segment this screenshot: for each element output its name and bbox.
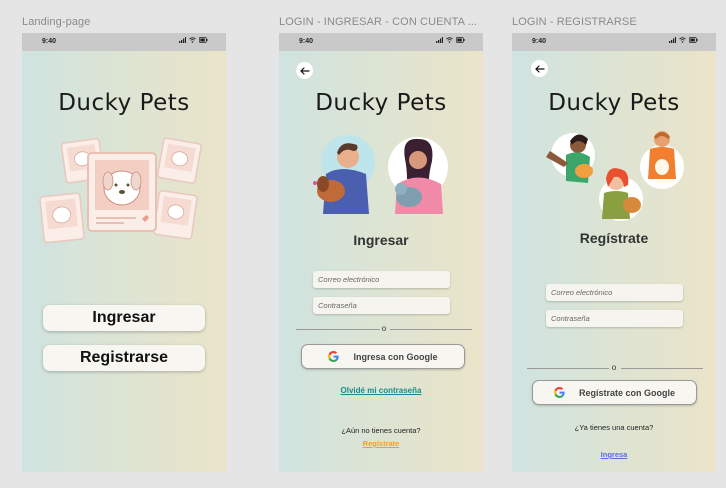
wifi-icon [189, 37, 196, 43]
back-button[interactable] [531, 60, 548, 77]
email-field[interactable] [313, 271, 450, 288]
battery-icon [456, 37, 465, 43]
google-login-label: Ingresa con Google [353, 351, 438, 362]
app-logo: Ducky Pets [548, 90, 680, 116]
google-icon [553, 387, 565, 398]
register-title: Regístrate [579, 230, 649, 246]
divider-text: o [611, 363, 617, 372]
status-time: 9:40 [532, 38, 547, 45]
battery-icon [689, 37, 698, 43]
app-logo: Ducky Pets [58, 90, 190, 116]
back-arrow-icon [299, 66, 310, 75]
status-bar: 9:40 [512, 33, 716, 51]
register-button[interactable]: Registrarse [43, 345, 205, 371]
status-bar: 9:40 [22, 33, 226, 51]
frame-label-landing: Landing-page [22, 16, 91, 28]
back-button[interactable] [296, 62, 313, 79]
signal-icon [179, 37, 186, 43]
google-icon [328, 351, 340, 362]
people-with-pets-illustration [546, 131, 684, 221]
divider-right [621, 368, 703, 369]
people-with-pets-illustration [313, 135, 448, 214]
register-link[interactable]: Regístrate [279, 439, 483, 448]
no-account-text: ¿Aún no tienes cuenta? [341, 426, 421, 435]
password-field[interactable] [546, 310, 683, 327]
have-account-text: ¿Ya tienes una cuenta? [574, 423, 654, 432]
pet-photos-illustration [39, 137, 202, 244]
wifi-icon [446, 37, 453, 43]
google-register-label: Regístrate con Google [578, 387, 676, 398]
register-screen: 9:40 Ducky Pets Regístrate o Reg [512, 33, 716, 472]
google-register-button[interactable]: Regístrate con Google [532, 380, 697, 405]
divider-right [390, 329, 472, 330]
forgot-password-link[interactable]: Olvidé mi contraseña [279, 386, 483, 395]
wifi-icon [679, 37, 686, 43]
login-link[interactable]: Ingresa [512, 450, 716, 459]
email-field[interactable] [546, 284, 683, 301]
google-login-button[interactable]: Ingresa con Google [301, 344, 465, 369]
back-arrow-icon [534, 64, 545, 73]
app-logo: Ducky Pets [315, 90, 447, 116]
signal-icon [669, 37, 676, 43]
divider-left [527, 368, 609, 369]
signal-icon [436, 37, 443, 43]
login-button[interactable]: Ingresar [43, 305, 205, 331]
status-bar: 9:40 [279, 33, 483, 51]
frame-label-register: LOGIN - REGISTRARSE [512, 16, 637, 28]
landing-screen: 9:40 Ducky Pets Ingresar Registrarse [22, 33, 226, 472]
login-screen: 9:40 Ducky Pets Ingresar o Ingresa con G… [279, 33, 483, 472]
status-time: 9:40 [42, 38, 57, 45]
divider-text: o [381, 324, 387, 333]
password-field[interactable] [313, 297, 450, 314]
login-title: Ingresar [353, 232, 409, 248]
status-time: 9:40 [299, 38, 314, 45]
battery-icon [199, 37, 208, 43]
divider-left [296, 329, 380, 330]
frame-label-login: LOGIN - INGRESAR - CON CUENTA ... [279, 16, 478, 28]
